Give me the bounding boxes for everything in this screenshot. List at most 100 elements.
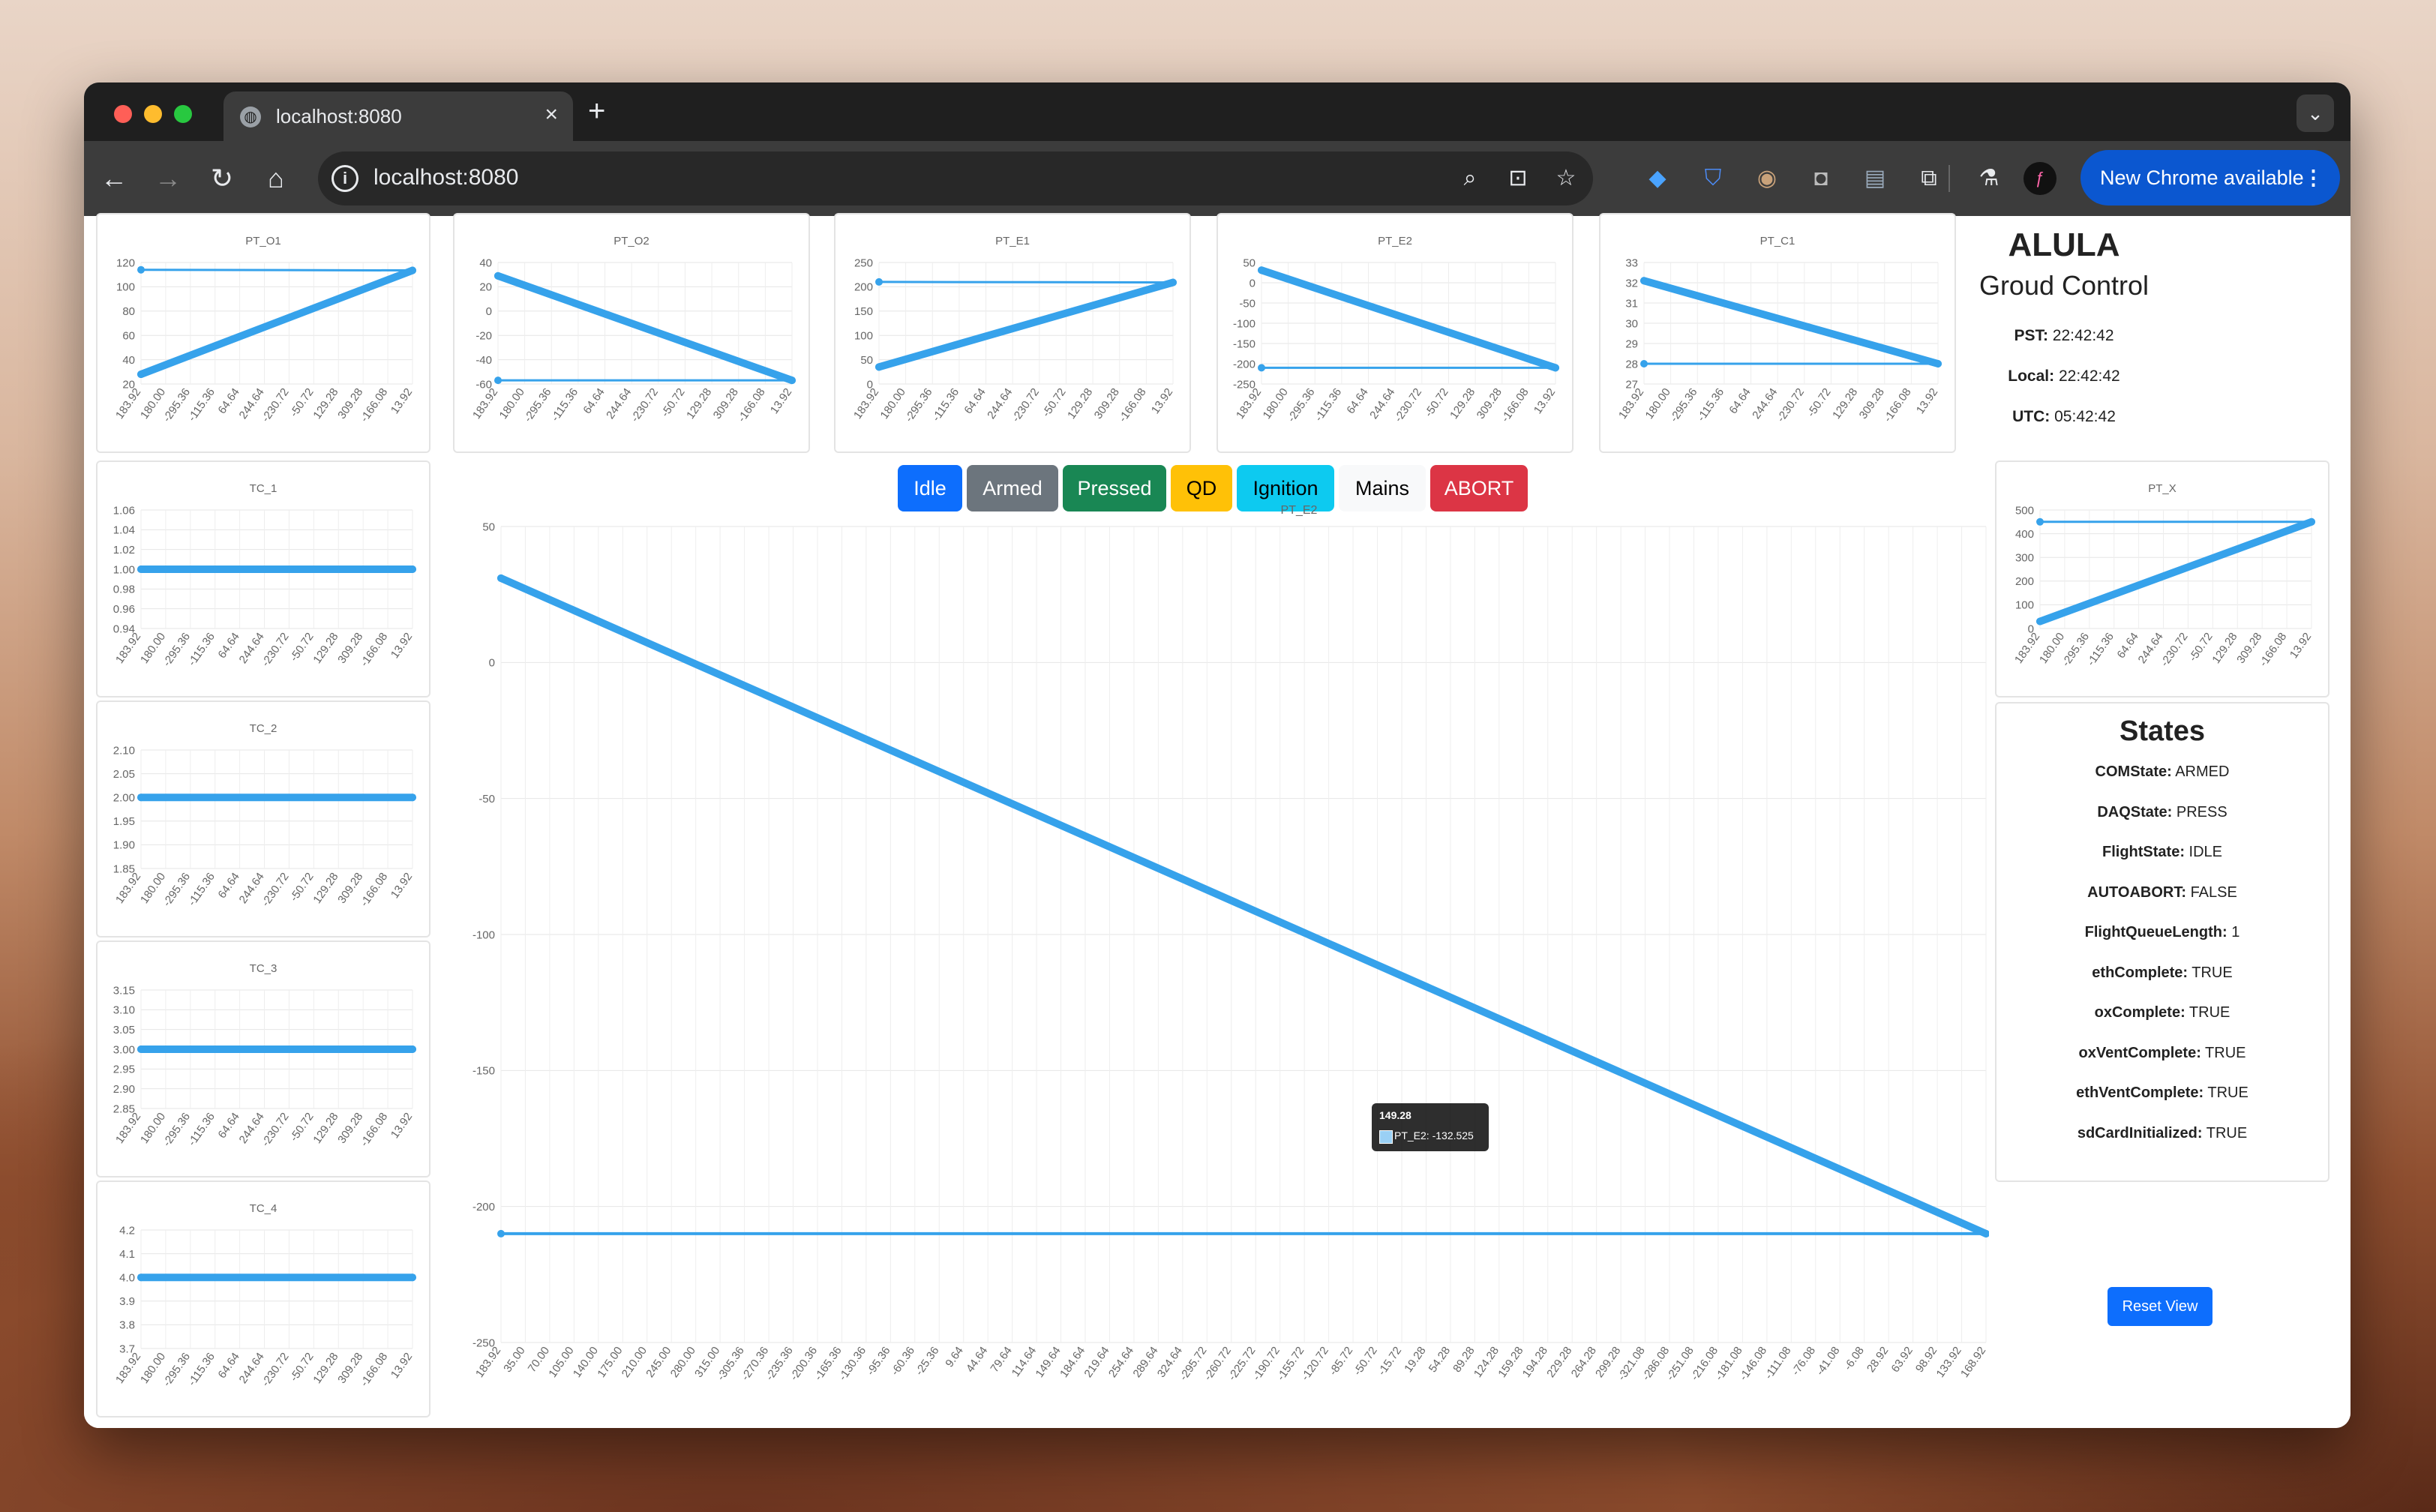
data-point [1258,266,1265,274]
x-tick-label: 64.64 [580,386,607,417]
chart-tc-3[interactable]: TC_33.153.103.053.002.952.902.85183.9218… [98,942,429,1176]
main-chart-pt-e2[interactable]: PT_E2500-50-100-150-200-250183.9235.0070… [459,519,1989,1419]
x-tick-label: 183.92 [2012,631,2042,666]
extension-note-icon[interactable]: ▤ [1856,159,1894,198]
x-tick-label: 183.92 [1616,386,1646,422]
tab-search-chevron-icon[interactable]: ⌄ [2296,94,2334,132]
x-tick-label: 35.00 [501,1345,527,1376]
extension-gem-icon[interactable]: ◆ [1638,159,1677,198]
extension-owl-icon[interactable]: ◉ [1748,159,1786,198]
y-tick-label: 3.00 [113,1043,135,1056]
bookmark-star-icon[interactable]: ☆ [1550,162,1582,195]
reload-icon[interactable]: ↻ [202,159,242,198]
data-point [409,566,416,573]
chart-pt-x[interactable]: PT_X5004003002001000183.92180.00-295.36-… [1996,462,2328,696]
y-tick-label: 2.00 [113,791,135,804]
qd-button[interactable]: QD [1171,465,1232,512]
x-tick-label: -15.72 [1376,1345,1404,1378]
chart-title: PT_C1 [1760,235,1796,248]
y-tick-label: 3.9 [119,1295,135,1308]
clock-value: 22:42:42 [2058,368,2120,385]
chart-pt-o2[interactable]: PT_O240200-20-40-60183.92180.00-295.36-1… [454,214,808,452]
armed-button[interactable]: Armed [967,465,1058,512]
chart-tc-4[interactable]: TC_44.24.14.03.93.83.7183.92180.00-295.3… [98,1182,429,1416]
y-tick-label: 100 [2015,599,2034,612]
labs-flask-icon[interactable]: ⚗ [1970,159,2008,198]
chart-tc-1[interactable]: TC_11.061.041.021.000.980.960.94183.9218… [98,462,429,696]
extensions-puzzle-icon[interactable]: ⧉ [1910,159,1948,198]
extension-shield-icon[interactable]: ⛉ [1694,159,1732,198]
new-chrome-available-button[interactable]: New Chrome available ⋮ [2080,150,2340,206]
series-line [140,268,414,272]
profile-avatar[interactable]: ƒ [2024,162,2056,195]
tab-bar: ◍ localhost:8080 × + ⌄ [84,82,2350,141]
idle-button[interactable]: Idle [898,465,962,512]
zoom-icon[interactable]: ⌕ [1454,162,1486,195]
clock-local: Local: 22:42:42 [1952,368,2176,386]
x-tick-label: 183.92 [473,1345,503,1380]
x-tick-label: 129.28 [310,1111,340,1146]
browser-tab[interactable]: ◍ localhost:8080 × [224,92,573,141]
x-tick-label: -295.36 [902,386,934,424]
x-tick-label: 194.28 [1520,1345,1550,1380]
y-tick-label: 28 [1625,358,1638,370]
x-tick-label: 124.28 [1472,1345,1502,1380]
tab-title: localhost:8080 [276,105,402,128]
y-tick-label: 200 [854,281,873,294]
abort-button[interactable]: ABORT [1430,465,1528,512]
x-tick-label: 183.92 [1234,386,1264,422]
x-tick-label: -295.36 [1667,386,1700,424]
x-tick-label: -25.36 [913,1345,941,1378]
y-tick-label: -150 [1233,338,1256,350]
chart-title: TC_1 [250,482,278,495]
maximize-window-button[interactable] [174,105,192,123]
chart-card-tc-1: TC_1 1.06 1.04 1.02 1.00 0.98 0.96 0.94 183.92 18… [96,460,430,698]
chart-pt-e1[interactable]: PT_E1250200150100500183.92180.00-295.36-… [836,214,1190,452]
pressed-button[interactable]: Pressed [1063,465,1166,512]
x-tick-label: 64.64 [962,386,988,417]
data-point [875,278,883,286]
x-tick-label: -95.36 [864,1345,892,1378]
y-tick-label: 4.2 [119,1224,135,1237]
chart-title: PT_E2 [1378,235,1412,248]
forward-arrow-icon[interactable]: → [148,159,188,198]
chart-pt-e2[interactable]: PT_E2500-50-100-150-200-250183.92180.00-… [1218,214,1572,452]
x-tick-label: -111.08 [1762,1345,1794,1382]
y-tick-label: -100 [472,928,495,941]
y-tick-label: -40 [476,354,492,367]
x-tick-label: 44.64 [964,1345,990,1376]
site-info-icon[interactable]: i [332,165,358,192]
data-point [2036,617,2044,626]
series-line [497,574,1989,1238]
minimize-window-button[interactable] [144,105,162,123]
chart-title: PT_O1 [245,235,281,248]
x-tick-label: -230.72 [1774,386,1807,424]
reset-view-button[interactable]: Reset View [2108,1287,2212,1326]
x-tick-label: 129.28 [1830,386,1860,422]
address-url[interactable]: localhost:8080 [374,165,518,190]
data-point [1640,277,1648,285]
x-tick-label: 13.92 [1532,386,1558,417]
more-menu-icon[interactable]: ⋮ [2303,150,2324,206]
address-bar[interactable]: i localhost:8080 ⌕ ⊡ ☆ [318,152,1593,206]
back-arrow-icon[interactable]: ← [94,159,134,198]
new-tab-button[interactable]: + [588,96,605,126]
chart-pt-o1[interactable]: PT_O112010080604020183.92180.00-295.36-1… [98,214,429,452]
close-window-button[interactable] [114,105,132,123]
x-tick-label: 183.92 [113,386,143,422]
ground-control-page: PT_O1 120 100 80 60 40 20 183.92 180.00 -295.36 -1… [84,213,2350,1428]
y-tick-label: 1.06 [113,504,135,517]
chart-pt-c1[interactable]: PT_C133323130292827183.92180.00-295.36-1… [1600,214,1954,452]
x-tick-label: -6.08 [1841,1345,1867,1373]
y-tick-label: -20 [476,329,492,342]
extension-camera-icon[interactable]: ◘ [1802,159,1840,198]
y-tick-label: -50 [478,793,495,806]
tab-close-icon[interactable]: × [544,102,558,128]
y-tick-label: 0 [1250,277,1256,290]
data-point [1552,364,1559,372]
screenshot-icon[interactable]: ⊡ [1502,162,1534,195]
x-tick-label: 140.00 [571,1345,601,1380]
home-icon[interactable]: ⌂ [256,159,296,198]
chart-tc-2[interactable]: TC_22.102.052.001.951.901.85183.92180.00… [98,702,429,936]
series-line [1258,266,1559,372]
